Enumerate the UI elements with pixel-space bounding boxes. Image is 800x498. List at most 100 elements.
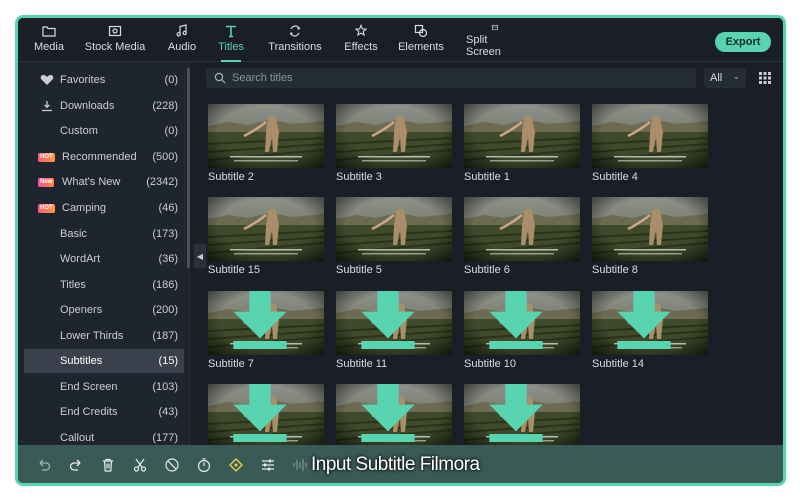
sidebar-item-label: Custom: [60, 125, 98, 137]
title-thumbnail[interactable]: [208, 384, 324, 448]
title-card[interactable]: Subtitle 8: [592, 197, 708, 277]
sidebar-item-lower-thirds[interactable]: Lower Thirds (187): [24, 324, 184, 348]
title-thumbnail[interactable]: [336, 104, 452, 168]
download-icon[interactable]: [336, 291, 446, 349]
sidebar-item-openers[interactable]: Openers (200): [24, 298, 184, 322]
sidebar-item-recommended[interactable]: HOT Recommended (500): [24, 145, 184, 169]
download-icon[interactable]: [208, 291, 318, 349]
tab-audio[interactable]: Audio: [165, 24, 199, 58]
sidebar-item-count: (15): [158, 355, 178, 367]
title-card-caption: Subtitle 8: [592, 264, 638, 276]
title-card[interactable]: Subtitle 11: [336, 291, 452, 371]
folder-icon: [42, 26, 56, 37]
thumbnail-image: [208, 104, 324, 168]
tab-stock-media-label: Stock Media: [84, 41, 146, 53]
sidebar-item-count: (46): [158, 202, 178, 214]
tab-transitions[interactable]: Transitions: [268, 24, 322, 58]
title-thumbnail[interactable]: [592, 104, 708, 168]
title-thumbnail[interactable]: [464, 384, 580, 448]
tab-media-label: Media: [34, 41, 64, 53]
sidebar-item-count: (186): [152, 279, 178, 291]
sidebar-item-wordart[interactable]: WordArt (36): [24, 247, 184, 271]
download-icon[interactable]: [336, 384, 446, 442]
tab-media[interactable]: Media: [32, 24, 66, 58]
timeline-toolbar: Input Subtitle Filmora: [18, 445, 783, 483]
title-thumbnail[interactable]: [208, 197, 324, 261]
title-card[interactable]: Subtitle 6: [464, 197, 580, 277]
sidebar-item-custom[interactable]: Custom (0): [24, 119, 184, 143]
download-icon[interactable]: [208, 384, 318, 442]
sidebar-item-whats-new[interactable]: New What's New (2342): [24, 170, 184, 194]
sidebar-item-favorites[interactable]: Favorites (0): [24, 68, 184, 92]
title-card[interactable]: Subtitle 5: [336, 197, 452, 277]
sidebar-item-end-screen[interactable]: End Screen (103): [24, 375, 184, 399]
sidebar-item-end-credits[interactable]: End Credits (43): [24, 400, 184, 424]
tab-split-screen[interactable]: Split Screen: [466, 24, 524, 58]
title-card[interactable]: Subtitle 1: [464, 104, 580, 184]
watermark-caption: Input Subtitle Filmora: [311, 454, 480, 475]
title-thumbnail[interactable]: [208, 291, 324, 355]
audio-wave-icon[interactable]: [292, 457, 308, 473]
sidebar-item-titles[interactable]: Titles (186): [24, 273, 184, 297]
title-card[interactable]: Subtitle 7: [208, 291, 324, 371]
cut-icon[interactable]: [132, 457, 148, 473]
title-thumbnail[interactable]: [336, 384, 452, 448]
sidebar-item-subtitles[interactable]: Subtitles (15): [24, 349, 184, 373]
tab-effects[interactable]: Effects: [343, 24, 379, 58]
collapse-sidebar-button[interactable]: ◀: [194, 244, 206, 268]
unlink-icon[interactable]: [164, 457, 180, 473]
delete-icon[interactable]: [100, 457, 116, 473]
speed-icon[interactable]: [196, 457, 212, 473]
tab-elements[interactable]: Elements: [398, 24, 444, 58]
undo-icon[interactable]: [36, 457, 52, 473]
title-thumbnail[interactable]: [464, 291, 580, 355]
tab-stock-media[interactable]: Stock Media: [84, 24, 146, 58]
sidebar-item-label: Lower Thirds: [60, 330, 124, 342]
sidebar-item-label: Recommended: [62, 151, 137, 163]
sidebar-item-camping[interactable]: HOT Camping (46): [24, 196, 184, 220]
split-screen-icon: [491, 24, 499, 31]
filter-dropdown[interactable]: All ⌄: [704, 68, 746, 88]
title-card[interactable]: Subtitle 2: [208, 104, 324, 184]
sidebar-item-count: (2342): [146, 176, 178, 188]
titles-icon: [226, 25, 236, 38]
download-icon[interactable]: [592, 291, 702, 349]
thumbnail-image: [592, 197, 708, 261]
export-button[interactable]: Export: [715, 32, 771, 52]
sidebar-item-label: Downloads: [60, 100, 115, 112]
title-card[interactable]: Subtitle 14: [592, 291, 708, 371]
sidebar-item-count: (228): [152, 100, 178, 112]
tab-titles[interactable]: Titles: [215, 24, 247, 62]
sidebar-item-label: Favorites: [60, 74, 106, 86]
title-thumbnail[interactable]: [336, 291, 452, 355]
search-bar: [206, 68, 696, 88]
sidebar-item-count: (43): [158, 406, 178, 418]
sidebar-item-count: (187): [152, 330, 178, 342]
tab-audio-label: Audio: [167, 41, 197, 53]
title-thumbnail[interactable]: [592, 197, 708, 261]
title-thumbnail[interactable]: [336, 197, 452, 261]
grid-view-icon[interactable]: [758, 71, 772, 85]
title-thumbnail[interactable]: [464, 197, 580, 261]
search-input[interactable]: [232, 70, 672, 86]
title-card[interactable]: Subtitle 10: [464, 291, 580, 371]
download-icon[interactable]: [464, 291, 574, 349]
sidebar-item-downloads[interactable]: Downloads (228): [24, 94, 184, 118]
sidebar-item-basic[interactable]: Basic (173): [24, 222, 184, 246]
keyframe-icon[interactable]: [228, 457, 244, 473]
sidebar-item-label: Basic: [60, 228, 87, 240]
adjust-icon[interactable]: [260, 457, 276, 473]
download-icon[interactable]: [464, 384, 574, 442]
thumbnail-image: [336, 104, 452, 168]
title-card[interactable]: Subtitle 4: [592, 104, 708, 184]
redo-icon[interactable]: [68, 457, 84, 473]
title-thumbnail[interactable]: [592, 291, 708, 355]
filter-value: All: [710, 72, 723, 84]
title-card[interactable]: Subtitle 15: [208, 197, 324, 277]
title-card[interactable]: Subtitle 3: [336, 104, 452, 184]
sidebar-scrollbar[interactable]: [187, 68, 190, 268]
title-thumbnail[interactable]: [208, 104, 324, 168]
title-thumbnail[interactable]: [464, 104, 580, 168]
sidebar-item-label: Openers: [60, 304, 103, 316]
title-card-caption: Subtitle 6: [464, 264, 510, 276]
